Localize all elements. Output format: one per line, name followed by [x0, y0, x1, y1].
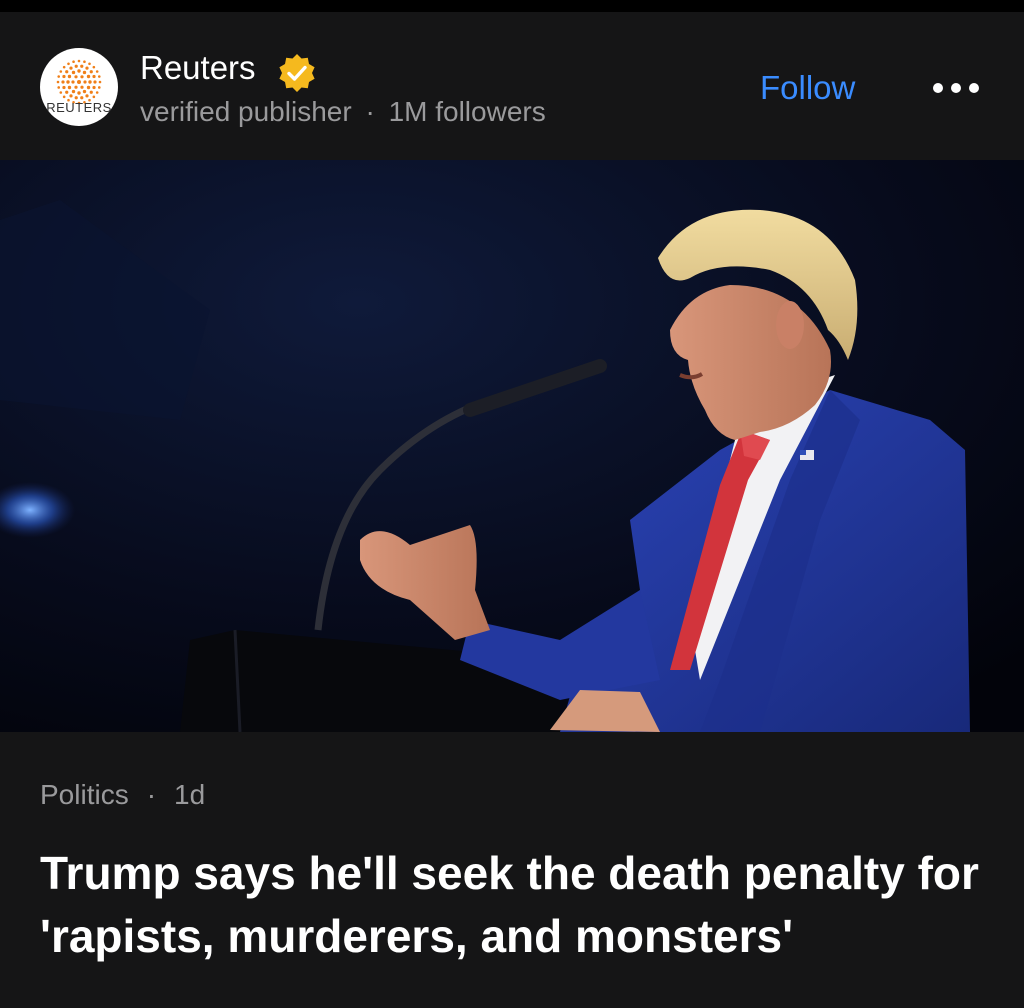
- meta-separator: ·: [146, 779, 157, 810]
- post-header: REUTERS Reuters verified publisher · 1M …: [0, 12, 1024, 160]
- post-meta: Politics · 1d: [40, 778, 205, 812]
- follow-button[interactable]: Follow: [760, 68, 855, 108]
- logo-wordmark: REUTERS: [46, 100, 112, 115]
- category-label[interactable]: Politics: [40, 779, 129, 810]
- publisher-name[interactable]: Reuters: [140, 48, 256, 88]
- article-headline[interactable]: Trump says he'll seek the death penalty …: [40, 842, 990, 968]
- post-age: 1d: [174, 779, 206, 810]
- publisher-subtitle: verified publisher: [140, 96, 352, 127]
- article-image[interactable]: [0, 160, 1024, 732]
- verified-badge-icon: [279, 54, 315, 92]
- more-horizontal-icon[interactable]: [928, 70, 984, 106]
- publisher-subline: verified publisher · 1M followers: [140, 94, 546, 130]
- status-bar-strip: [0, 0, 1024, 12]
- speaker-photo: [0, 160, 1024, 732]
- follower-count: 1M followers: [388, 96, 546, 127]
- subline-separator: ·: [365, 96, 375, 127]
- publisher-avatar[interactable]: REUTERS: [40, 48, 118, 126]
